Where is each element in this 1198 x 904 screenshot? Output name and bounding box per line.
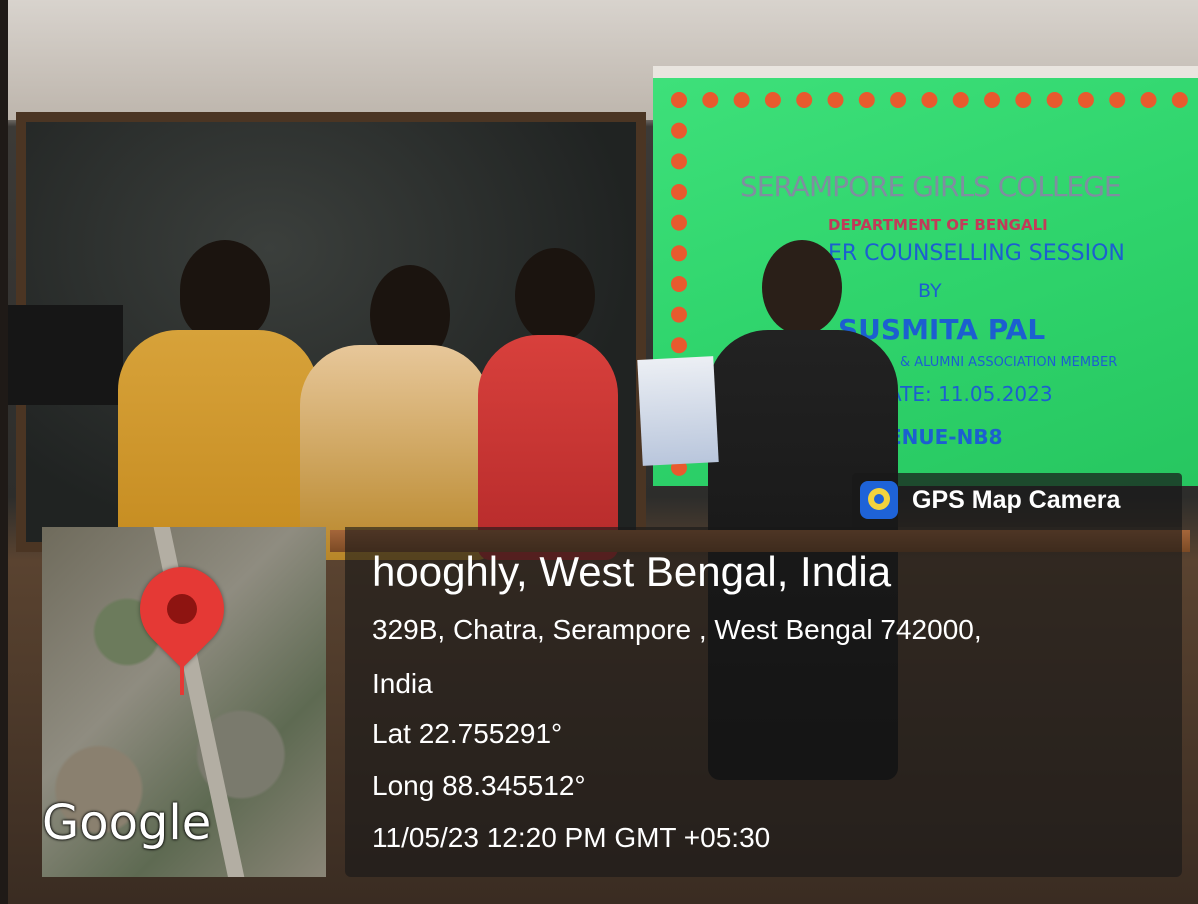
address-line-2: India — [372, 668, 433, 699]
map-pin-tip — [180, 645, 184, 695]
location-title: hooghly, West Bengal, India — [372, 548, 892, 595]
slide-department: DEPARTMENT OF BENGALI — [828, 216, 1048, 234]
slide-venue: ENUE-NB8 — [888, 425, 1003, 449]
booklet — [637, 356, 719, 466]
map-thumbnail: Google — [42, 527, 326, 877]
person-1 — [118, 330, 318, 560]
app-label: GPS Map Camera — [912, 485, 1121, 514]
slide-alumni: & ALUMNI ASSOCIATION MEMBER — [900, 355, 1118, 370]
longitude: Long 88.345512° — [372, 770, 586, 801]
slide-college: SERAMPORE GIRLS COLLEGE — [740, 170, 1122, 203]
google-logo: Google — [42, 795, 212, 851]
timestamp: 11/05/23 12:20 PM GMT +05:30 — [372, 822, 771, 853]
person-3-head — [515, 248, 595, 343]
gps-map-camera-badge: GPS Map Camera — [852, 473, 1182, 527]
person-1-head — [180, 240, 270, 340]
slide-date: ATE: 11.05.2023 — [888, 382, 1053, 406]
person-4-head — [762, 240, 842, 335]
latitude: Lat 22.755291° — [372, 718, 563, 749]
address-line-1: 329B, Chatra, Serampore , West Bengal 74… — [372, 614, 982, 645]
gps-map-camera-icon — [860, 481, 898, 519]
slide-by: BY — [918, 280, 942, 302]
map-pin-dot — [160, 587, 204, 631]
slide-session: ER COUNSELLING SESSION — [828, 241, 1125, 266]
monitor — [8, 305, 123, 405]
